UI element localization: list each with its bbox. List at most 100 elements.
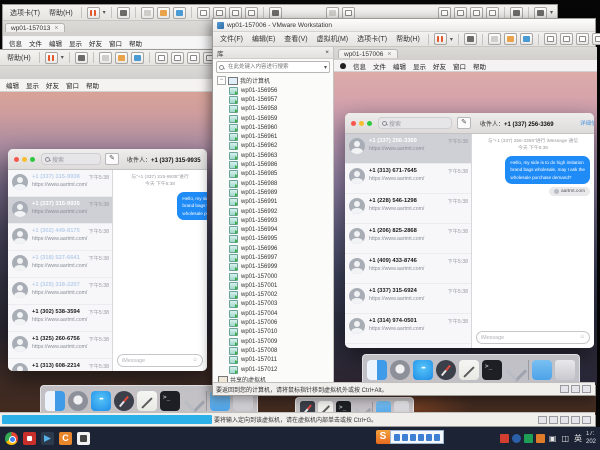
revert-snapshot-icon[interactable] xyxy=(157,7,170,19)
snapshot-icon[interactable] xyxy=(141,7,154,19)
downloads-icon[interactable] xyxy=(183,391,203,411)
library-search-input[interactable] xyxy=(226,63,322,71)
guest-menu-item[interactable]: 窗口 xyxy=(109,38,122,48)
snapshot-manager-icon[interactable] xyxy=(131,52,144,64)
conversation-item[interactable]: +1 (337) 315-9938 下午5:38 https://www.aar… xyxy=(8,170,112,197)
guest-menu-item[interactable]: 好友 xyxy=(433,61,446,71)
dropdown-arrow[interactable]: ▾ xyxy=(324,64,327,71)
vm-tree-item[interactable]: wp01-156995 xyxy=(213,235,333,244)
vm-tree-item[interactable]: wp01-157001 xyxy=(213,281,333,290)
tab-close-icon[interactable]: × xyxy=(387,51,391,58)
vmware-taskbar-icon[interactable] xyxy=(77,432,90,445)
guest-menu-item[interactable]: 帮助 xyxy=(86,80,99,90)
conversation-item[interactable]: +1 (314) 974-0501 下午5:38 https://www.aar… xyxy=(345,314,471,344)
guest-menu-item[interactable]: 窗口 xyxy=(66,80,79,90)
launchpad-icon[interactable] xyxy=(390,360,410,380)
show-library-icon[interactable] xyxy=(544,33,557,45)
menu-file[interactable]: 文件(F) xyxy=(217,34,246,44)
show-thumbnails-icon[interactable] xyxy=(213,7,226,19)
close-window-icon[interactable] xyxy=(14,157,19,162)
taskbar-clock[interactable]: 17: 202 xyxy=(586,431,600,447)
snapshot-icon[interactable] xyxy=(488,33,501,45)
messages-titlebar-left[interactable]: 搜索 ✎ 收件人：+1 (337) 315-9935 xyxy=(8,149,207,170)
library-search[interactable]: ▾ xyxy=(216,61,330,73)
vm-tree-item[interactable]: wp01-156960 xyxy=(213,123,333,132)
vm-tree-item[interactable]: wp01-157002 xyxy=(213,291,333,300)
guest-menu-item[interactable]: 显示 xyxy=(26,80,39,90)
ime-toolbar[interactable]: S xyxy=(376,430,444,444)
menu-help[interactable]: 帮助(H) xyxy=(393,34,423,44)
grab-input-icon[interactable] xyxy=(75,52,88,64)
menu-help[interactable]: 帮助(H) xyxy=(46,8,76,18)
guest-menu-item[interactable]: 显示 xyxy=(69,38,82,48)
conversation-item[interactable]: +1 (206) 825-2868 下午5:38 https://www.aar… xyxy=(345,224,471,254)
link-preview-bubble[interactable]: aartmt.com xyxy=(549,187,590,196)
messages-icon[interactable] xyxy=(91,391,111,411)
message-input-left[interactable]: iMessage ☺ xyxy=(117,354,203,367)
library-close-icon[interactable]: × xyxy=(325,49,329,56)
device-status-icons[interactable] xyxy=(560,385,591,393)
grab-input-icon[interactable] xyxy=(464,33,477,45)
guest-menu-item[interactable]: 编辑 xyxy=(6,80,19,90)
conversation-search[interactable]: 搜索 xyxy=(41,153,101,165)
conversation-item[interactable]: +1 (318) 527-6641 下午5:38 https://www.aar… xyxy=(8,251,112,278)
expand-view-icon[interactable] xyxy=(470,7,483,19)
guest-menu-item[interactable]: 文件 xyxy=(373,61,386,71)
vm-tree-item[interactable]: wp01-156956 xyxy=(213,86,333,95)
conversation-item[interactable]: +1 (267) 723-7315 下午5:38 https://www.aar… xyxy=(345,344,471,348)
snapshot-manager-icon[interactable] xyxy=(173,7,186,19)
snapshot-manager-icon[interactable] xyxy=(520,33,533,45)
close-window-icon[interactable] xyxy=(351,121,356,126)
conversation-item[interactable]: +1 (337) 315-6924 下午5:38 https://www.aar… xyxy=(345,284,471,314)
vm-tree-item[interactable]: wp01-157003 xyxy=(213,300,333,309)
menu-tabs[interactable]: 选项卡(T) xyxy=(7,8,43,18)
grab-input-icon[interactable] xyxy=(117,7,130,19)
conversation-item[interactable]: +1 (313) 608-2214 下午5:38 https://www.aar… xyxy=(8,359,112,371)
unity-icon[interactable] xyxy=(592,33,600,45)
ime-tool-icons[interactable] xyxy=(390,430,444,444)
zoom-window-icon[interactable] xyxy=(367,121,372,126)
trash-icon[interactable] xyxy=(555,360,575,380)
vm-tree-item[interactable]: wp01-156961 xyxy=(213,132,333,141)
show-library-icon[interactable] xyxy=(155,52,168,64)
sogou-ime-icon[interactable]: S xyxy=(376,430,390,444)
minimize-window-icon[interactable] xyxy=(359,121,364,126)
details-button[interactable]: 详细信息 xyxy=(580,119,594,127)
orange-c-app-taskbar-icon[interactable]: C xyxy=(59,432,72,445)
menu-vm[interactable]: 虚拟机(M) xyxy=(314,34,352,44)
tab-close-icon[interactable]: × xyxy=(54,25,58,32)
snapshot-icon[interactable] xyxy=(99,52,112,64)
device-status-icons[interactable] xyxy=(538,416,591,424)
recipient-field[interactable]: 收件人：+1 (337) 315-9935 xyxy=(127,155,207,164)
fullscreen-icon[interactable] xyxy=(576,33,589,45)
recipient-field[interactable]: 收件人：+1 (337) 256-3369 xyxy=(480,119,580,128)
vm-tree-item[interactable]: wp01-156986 xyxy=(213,160,333,169)
conversation-item[interactable]: +1 (337) 315-9935 下午5:38 https://www.aar… xyxy=(8,197,112,224)
folder-icon[interactable] xyxy=(532,360,552,380)
guest-menu-item[interactable]: 编辑 xyxy=(49,38,62,48)
conversation-search[interactable]: 搜索 xyxy=(378,117,452,129)
pause-vm-icon[interactable] xyxy=(434,33,447,45)
guest-menu-item[interactable]: 窗口 xyxy=(453,61,466,71)
conversation-item[interactable]: +1 (228) 546-1298 下午5:38 https://www.aar… xyxy=(345,194,471,224)
conversation-item[interactable]: +1 (325) 318-2207 下午5:38 https://www.aar… xyxy=(8,278,112,305)
vm-tree-item[interactable]: wp01-157010 xyxy=(213,328,333,337)
vm-tree-item[interactable]: wp01-157008 xyxy=(213,346,333,355)
vm-tree-item[interactable]: wp01-156996 xyxy=(213,244,333,253)
split-view-icon[interactable] xyxy=(438,7,451,19)
chrome-taskbar-icon[interactable] xyxy=(5,432,18,445)
zoom-window-icon[interactable] xyxy=(30,157,35,162)
vm-tree-item[interactable]: wp01-157006 xyxy=(213,318,333,327)
tray-network-icon[interactable]: ▣ xyxy=(548,434,558,443)
send-ctrl-alt-del-icon[interactable] xyxy=(510,7,523,19)
fullscreen-icon[interactable] xyxy=(229,7,242,19)
vm-tree-item[interactable]: wp01-157000 xyxy=(213,272,333,281)
vm-tree-item[interactable]: wp01-156999 xyxy=(213,263,333,272)
finder-icon[interactable] xyxy=(367,360,387,380)
tray-green-icon[interactable] xyxy=(524,434,533,443)
single-view-icon[interactable] xyxy=(454,7,467,19)
messages-icon[interactable] xyxy=(413,360,433,380)
vm-tree-item[interactable]: wp01-156989 xyxy=(213,188,333,197)
vm-tree-item[interactable]: wp01-156994 xyxy=(213,225,333,234)
safari-icon[interactable] xyxy=(436,360,456,380)
